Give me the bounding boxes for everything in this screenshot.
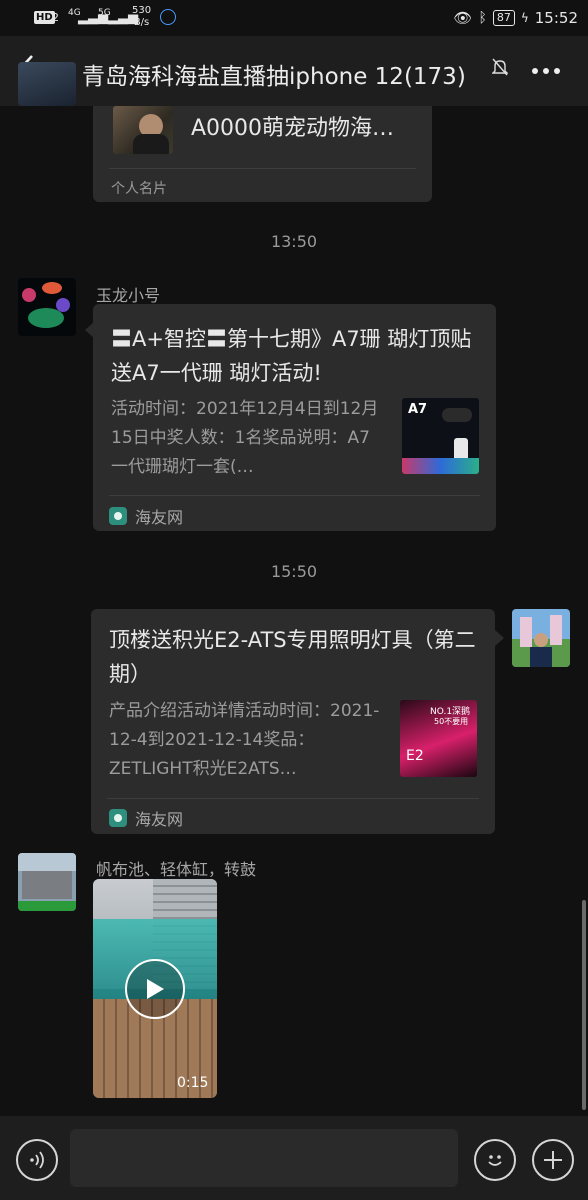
chat-title: 青岛海科海盐直播抽iphone 12(173) — [82, 64, 466, 90]
thumbnail-text: E2 — [406, 748, 424, 764]
plus-icon — [544, 1151, 562, 1169]
eye-icon: 👁 — [453, 9, 473, 27]
link-thumbnail: NO.1深鹅 50不要用 E2 — [400, 700, 477, 777]
voice-button[interactable] — [16, 1139, 58, 1181]
chat-header: 青岛海科海盐直播抽iphone 12(173) — [0, 36, 588, 106]
link-title: 〓A+智控〓第十七期》A7珊 瑚灯顶贴送A7一代珊 瑚灯活动! — [111, 327, 472, 385]
sender-name: 玉龙小号 — [96, 286, 161, 305]
bluetooth-icon: ᛒ — [478, 10, 487, 26]
card-divider — [109, 495, 480, 496]
bubble-tail — [495, 630, 504, 646]
play-icon — [147, 979, 164, 999]
link-source: 海友网 — [109, 504, 183, 528]
speed-unit: B/s — [133, 17, 150, 28]
contact-avatar — [113, 106, 173, 154]
charging-icon: ϟ — [520, 11, 529, 25]
app-notification-icon — [160, 9, 176, 25]
more-dots-icon — [532, 68, 560, 74]
thumbnail-text: 50不要用 — [434, 717, 469, 726]
card-divider — [107, 798, 479, 799]
avatar-yulong[interactable] — [18, 278, 76, 336]
play-button[interactable] — [125, 959, 185, 1019]
network-speed: 530 B/s — [132, 5, 151, 29]
status-bar: HD 2 4G ▂▃▅ 5G ▂▃▅ 530 B/s 👁 ᛒ 87 ϟ 15:5… — [0, 0, 588, 36]
status-right: 👁 ᛒ 87 ϟ 15:52 — [453, 9, 578, 27]
source-name: 海友网 — [135, 508, 184, 527]
timestamp: 13:50 — [270, 232, 318, 251]
avatar-self[interactable] — [512, 609, 570, 667]
video-duration: 0:15 — [177, 1075, 209, 1091]
link-description: 产品介绍活动详情活动时间：2021-12-4到2021-12-14奖品：ZETL… — [109, 701, 380, 779]
contact-card[interactable]: A0000萌宠动物海… 个人名片 — [93, 106, 432, 202]
avatar[interactable] — [18, 62, 76, 106]
card-type-label: 个人名片 — [111, 181, 167, 197]
card-divider — [109, 168, 416, 169]
message-input[interactable] — [70, 1129, 458, 1187]
voice-icon — [30, 1151, 44, 1169]
avatar-canvas-pool[interactable] — [18, 853, 76, 911]
timestamp: 15:50 — [270, 562, 318, 581]
emoji-icon — [488, 1155, 502, 1166]
mute-bell-icon — [491, 58, 509, 81]
scrollbar[interactable] — [582, 900, 586, 1110]
contact-name: A0000萌宠动物海… — [191, 116, 395, 141]
speed-value: 530 — [132, 5, 152, 16]
link-title: 顶楼送积光E2-ATS专用照明灯具（第二期） — [109, 628, 476, 686]
link-description: 活动时间：2021年12月4日到12月15日中奖人数：1名奖品说明：A7一代珊瑚… — [111, 399, 379, 477]
clock: 15:52 — [534, 9, 578, 27]
sim-slot-label: 2 — [52, 11, 59, 24]
thumbnail-text: A7 — [408, 402, 428, 417]
video-message[interactable]: 0:15 — [93, 879, 217, 1098]
haiyou-logo-icon — [109, 809, 127, 827]
link-thumbnail: A7 — [402, 398, 479, 474]
link-card[interactable]: 〓A+智控〓第十七期》A7珊 瑚灯顶贴送A7一代珊 瑚灯活动! 活动时间：202… — [93, 304, 496, 531]
source-name: 海友网 — [135, 810, 184, 829]
link-source: 海友网 — [109, 806, 183, 830]
emoji-button[interactable] — [474, 1139, 516, 1181]
battery-icon: 87 — [492, 10, 515, 26]
more-button[interactable] — [531, 52, 561, 82]
haiyou-logo-icon — [109, 507, 127, 525]
link-card[interactable]: 顶楼送积光E2-ATS专用照明灯具（第二期） 产品介绍活动详情活动时间：2021… — [91, 609, 495, 834]
sender-name: 帆布池、轻体缸，转鼓 — [96, 860, 257, 879]
input-bar — [0, 1116, 588, 1200]
add-button[interactable] — [532, 1139, 574, 1181]
